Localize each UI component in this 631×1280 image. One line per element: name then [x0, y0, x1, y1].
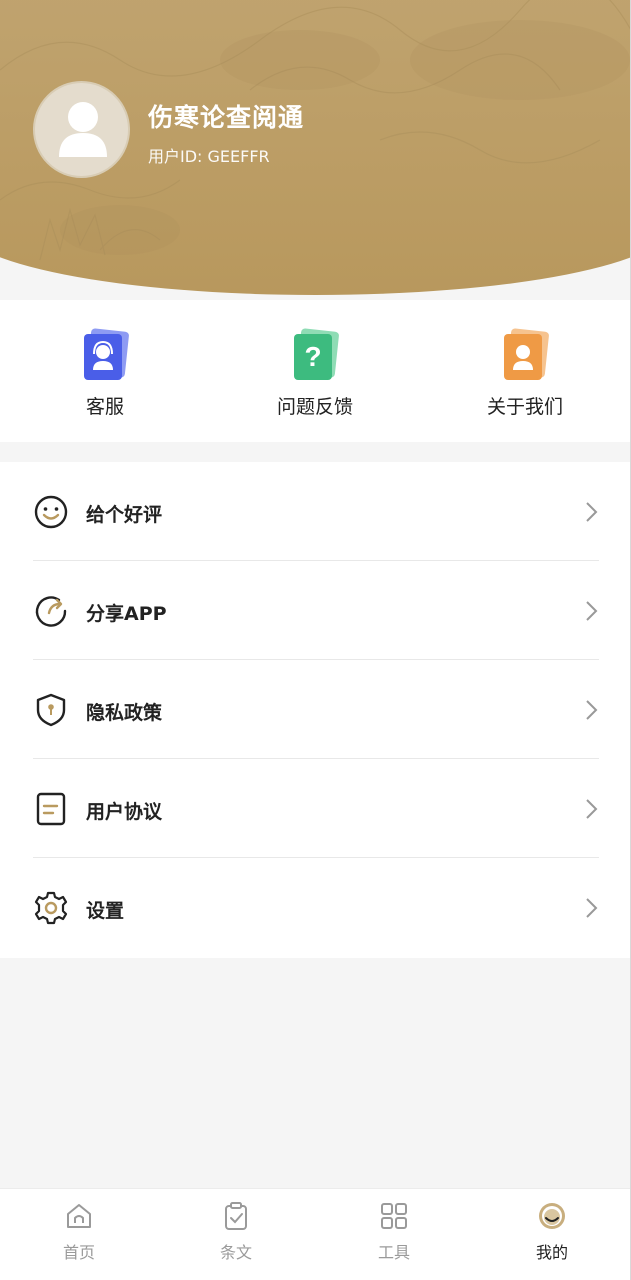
menu-item-share[interactable]: 分享APP	[0, 561, 631, 660]
home-icon	[64, 1201, 94, 1231]
smile-icon	[33, 494, 69, 530]
user-id: 用户ID: GEEFFR	[148, 147, 270, 166]
menu-item-label: 给个好评	[86, 504, 163, 526]
menu-item-label: 分享APP	[86, 603, 167, 625]
quick-about-us-label: 关于我们	[486, 396, 563, 418]
quick-customer-service[interactable]: 客服	[35, 328, 175, 419]
profile-header: 伤寒论查阅通 用户ID: GEEFFR	[0, 0, 631, 300]
chevron-right-icon	[584, 500, 600, 524]
tab-tools[interactable]: 工具	[344, 1201, 444, 1263]
chevron-right-icon	[584, 797, 600, 821]
quick-actions: 客服 ? 问题反馈 关于我们	[0, 300, 631, 442]
menu-item-settings[interactable]: 设置	[0, 858, 631, 957]
tab-label: 工具	[377, 1243, 410, 1262]
quick-feedback[interactable]: ? 问题反馈	[245, 328, 385, 419]
tab-mine[interactable]: 我的	[502, 1201, 602, 1263]
share-icon	[33, 593, 69, 629]
quick-customer-service-label: 客服	[85, 396, 124, 418]
menu-item-label: 隐私政策	[86, 702, 163, 724]
gear-icon	[33, 890, 69, 926]
menu-item-label: 用户协议	[86, 801, 163, 823]
about-us-icon	[501, 328, 549, 382]
question-icon: ?	[291, 328, 339, 382]
svg-text:?: ?	[304, 341, 321, 372]
chevron-right-icon	[584, 599, 600, 623]
menu-item-rate[interactable]: 给个好评	[0, 462, 631, 561]
menu-item-agreement[interactable]: 用户协议	[0, 759, 631, 858]
menu-item-privacy[interactable]: 隐私政策	[0, 660, 631, 759]
tab-label: 条文	[219, 1243, 252, 1262]
tab-home[interactable]: 首页	[29, 1201, 129, 1263]
settings-menu: 给个好评 分享APP 隐私政策 用户协议 设置	[0, 462, 631, 958]
tab-articles[interactable]: 条文	[186, 1201, 286, 1263]
user-silhouette-icon	[59, 102, 107, 157]
quick-about-us[interactable]: 关于我们	[455, 328, 595, 419]
profile-icon	[537, 1201, 567, 1231]
tab-label: 首页	[62, 1243, 95, 1262]
grid-icon	[379, 1201, 409, 1231]
app-name: 伤寒论查阅通	[148, 103, 305, 132]
clipboard-icon	[221, 1201, 251, 1231]
quick-feedback-label: 问题反馈	[276, 396, 353, 418]
avatar[interactable]	[33, 81, 130, 178]
chevron-right-icon	[584, 698, 600, 722]
menu-item-label: 设置	[86, 900, 125, 922]
bottom-tab-bar: 首页 条文 工具 我的	[0, 1188, 631, 1280]
chevron-right-icon	[584, 896, 600, 920]
shield-icon	[33, 692, 69, 728]
tab-label: 我的	[535, 1243, 568, 1262]
customer-service-icon	[81, 328, 129, 382]
document-icon	[33, 791, 69, 827]
